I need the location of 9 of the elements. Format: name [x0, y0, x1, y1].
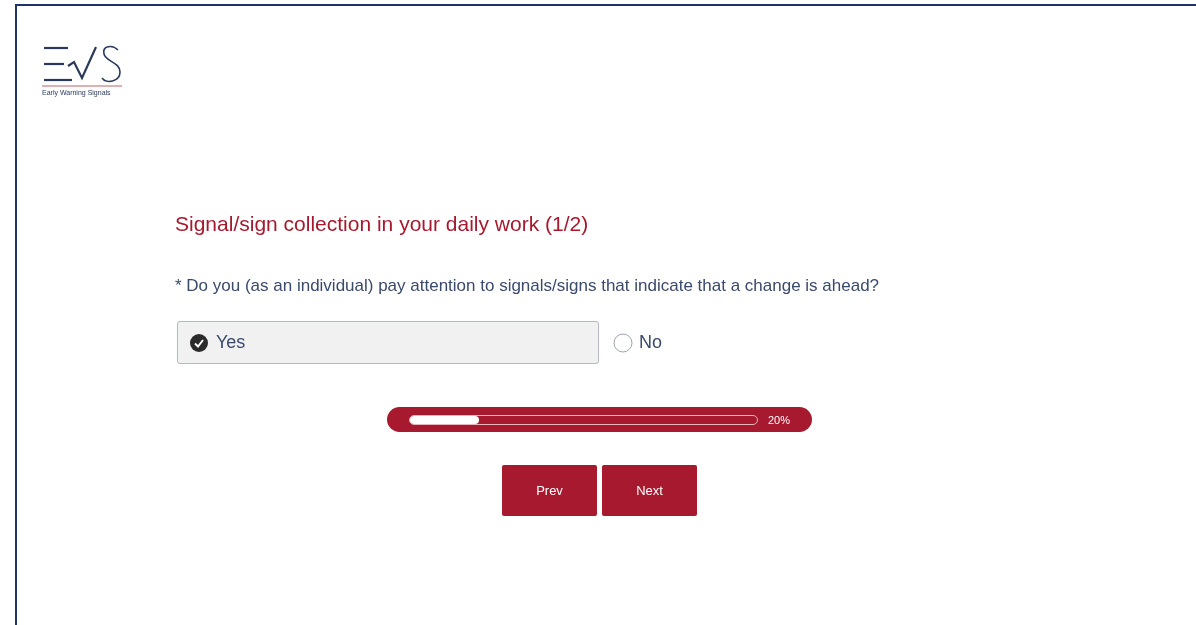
radio-option[interactable]: No: [613, 332, 662, 353]
checked-circle-icon: [190, 333, 208, 352]
empty-circle-icon: [613, 332, 633, 353]
radio-option[interactable]: Yes: [177, 321, 599, 364]
section-title: Signal/sign collection in your daily work (1/2): [175, 212, 590, 236]
prev-button[interactable]: Prev: [502, 465, 597, 516]
progress-reading: 20%: [767, 413, 790, 426]
next-button[interactable]: Next: [602, 465, 697, 516]
question-text: * Do you (as an individual) pay attention to signals/signs that indicate that a change is ahead?: [175, 276, 881, 296]
